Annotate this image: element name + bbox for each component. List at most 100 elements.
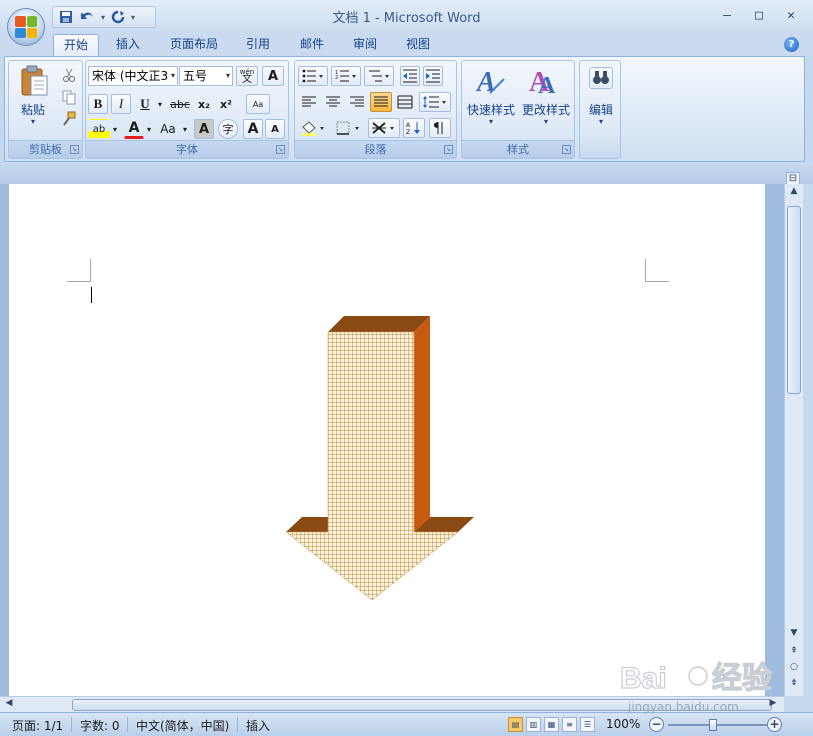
chinese-layout-icon <box>372 122 394 134</box>
justify-icon <box>374 96 388 107</box>
borders-button[interactable] <box>333 118 365 138</box>
window-title: 文档 1 - Microsoft Word <box>332 11 481 26</box>
paragraph-launcher-icon[interactable]: ↘ <box>444 145 453 154</box>
copy-icon[interactable] <box>61 89 77 105</box>
close-button[interactable]: ✕ <box>775 4 807 26</box>
change-styles-button[interactable]: 更改样式 <box>518 101 574 118</box>
cut-icon[interactable] <box>61 67 77 83</box>
ribbon-tabs: 开始 插入 页面布局 引用 邮件 审阅 视图 ? <box>0 32 813 56</box>
bullets-icon <box>302 69 323 83</box>
underline-button[interactable]: U <box>135 94 155 114</box>
paste-dropdown-icon[interactable]: ▾ <box>13 117 53 126</box>
bullets-button[interactable] <box>298 66 328 86</box>
align-center-button[interactable] <box>322 92 344 112</box>
outline-view-icon[interactable]: ≡ <box>562 717 577 732</box>
shrink-font-button[interactable]: A <box>265 119 285 139</box>
line-spacing-button[interactable] <box>419 92 451 112</box>
chinese-layout-button[interactable] <box>368 118 400 138</box>
office-button[interactable] <box>7 8 45 46</box>
font-color-button[interactable]: A <box>124 119 144 139</box>
status-page[interactable]: 页面: 1/1 <box>12 717 63 734</box>
format-painter-icon[interactable] <box>61 111 77 127</box>
justify-button[interactable] <box>370 92 392 112</box>
maximize-button[interactable]: □ <box>743 4 775 26</box>
align-right-button[interactable] <box>346 92 368 112</box>
highlight-dropdown-icon[interactable]: ▾ <box>110 119 120 139</box>
quick-styles-dropdown-icon[interactable]: ▾ <box>464 117 518 126</box>
decrease-indent-button[interactable] <box>400 66 420 86</box>
bold-button[interactable]: B <box>88 94 108 114</box>
quick-styles-icon[interactable]: A <box>475 65 506 98</box>
change-case-button[interactable]: Aa <box>156 119 180 139</box>
full-screen-reading-view-icon[interactable]: ▥ <box>526 717 541 732</box>
help-icon[interactable]: ? <box>784 37 799 52</box>
numbering-button[interactable]: 12 <box>331 66 361 86</box>
vertical-scroll-thumb[interactable] <box>787 206 801 394</box>
tab-view[interactable]: 视图 <box>398 34 438 56</box>
zoom-slider-thumb[interactable] <box>709 719 717 731</box>
font-color-dropdown-icon[interactable]: ▾ <box>144 119 154 139</box>
paste-icon[interactable] <box>19 65 49 97</box>
multilevel-list-button[interactable] <box>364 66 394 86</box>
shading-button[interactable] <box>298 118 330 138</box>
font-name-combo[interactable]: 宋体 (中文正3 ▾ <box>88 66 178 86</box>
minimize-button[interactable]: – <box>711 4 743 26</box>
font-launcher-icon[interactable]: ↘ <box>276 145 285 154</box>
font-size-dropdown-icon[interactable]: ▾ <box>226 67 230 85</box>
italic-button[interactable]: I <box>111 94 131 114</box>
tab-insert[interactable]: 插入 <box>108 34 148 56</box>
char-shading-button[interactable]: A <box>194 119 214 139</box>
svg-text:A: A <box>538 73 556 97</box>
tab-review[interactable]: 审阅 <box>345 34 385 56</box>
sort-button[interactable]: AZ <box>403 118 425 138</box>
increase-indent-button[interactable] <box>423 66 443 86</box>
subscript-button[interactable]: x₂ <box>194 94 214 114</box>
font-name-value: 宋体 (中文正3 <box>92 69 169 83</box>
superscript-button[interactable]: x² <box>216 94 236 114</box>
print-layout-view-icon[interactable]: ▤ <box>508 717 523 732</box>
enclose-chars-button[interactable]: 字 <box>218 119 238 139</box>
down-arrow-shape[interactable] <box>280 310 480 606</box>
tab-references[interactable]: 引用 <box>238 34 278 56</box>
clear-formatting-button[interactable]: Aa <box>246 94 270 114</box>
clipboard-launcher-icon[interactable]: ↘ <box>70 145 79 154</box>
change-styles-dropdown-icon[interactable]: ▾ <box>518 117 574 126</box>
align-left-button[interactable] <box>298 92 320 112</box>
editing-button[interactable]: 编辑 <box>580 101 622 118</box>
tab-mailings[interactable]: 邮件 <box>292 34 332 56</box>
status-separator <box>71 717 72 732</box>
font-name-dropdown-icon[interactable]: ▾ <box>171 67 175 85</box>
scroll-left-icon[interactable]: ◀ <box>2 698 16 712</box>
binoculars-icon[interactable] <box>589 67 613 89</box>
zoom-out-button[interactable]: − <box>649 717 664 732</box>
highlight-button[interactable]: ab <box>88 119 110 139</box>
underline-dropdown-icon[interactable]: ▾ <box>155 94 165 114</box>
group-label-font: 字体 <box>86 140 288 158</box>
status-insert-mode[interactable]: 插入 <box>246 717 270 734</box>
editing-dropdown-icon[interactable]: ▾ <box>580 117 622 126</box>
change-styles-icon[interactable]: AA <box>528 65 560 99</box>
status-language[interactable]: 中文(简体，中国) <box>136 717 229 734</box>
zoom-in-button[interactable]: + <box>767 717 782 732</box>
show-hide-marks-button[interactable] <box>429 118 451 138</box>
tab-page-layout[interactable]: 页面布局 <box>162 34 226 56</box>
vertical-scrollbar[interactable]: ▲ ▼ ⇞ ○ ⇟ <box>784 184 803 696</box>
phonetic-guide-button[interactable]: wén 文 <box>236 66 258 86</box>
scroll-down-icon[interactable]: ▼ <box>787 628 801 642</box>
strikethrough-button[interactable]: abc <box>168 94 192 114</box>
draft-view-icon[interactable]: ☰ <box>580 717 595 732</box>
web-layout-view-icon[interactable]: ▦ <box>544 717 559 732</box>
change-case-dropdown-icon[interactable]: ▾ <box>180 119 190 139</box>
tab-home[interactable]: 开始 <box>53 34 99 56</box>
zoom-level[interactable]: 100% <box>606 717 640 731</box>
styles-launcher-icon[interactable]: ↘ <box>562 145 571 154</box>
status-word-count[interactable]: 字数: 0 <box>80 717 120 734</box>
font-size-combo[interactable]: 五号 ▾ <box>179 66 233 86</box>
paste-button[interactable]: 粘贴 <box>13 101 53 118</box>
scroll-up-icon[interactable]: ▲ <box>787 186 801 200</box>
zoom-slider-track[interactable] <box>668 724 768 726</box>
quick-styles-button[interactable]: 快速样式 <box>464 101 518 118</box>
grow-font-button[interactable]: A <box>243 119 263 139</box>
distributed-button[interactable] <box>394 92 416 112</box>
char-border-button[interactable]: A <box>262 66 284 86</box>
